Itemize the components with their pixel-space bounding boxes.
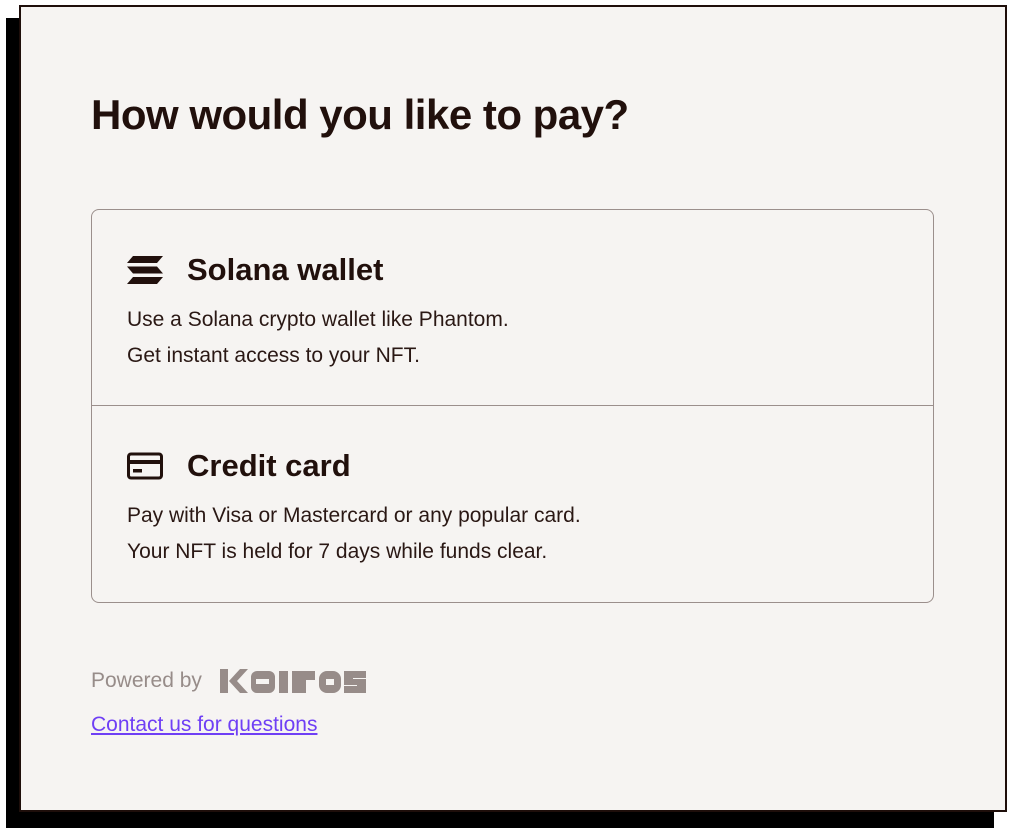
- kairos-logo: [219, 667, 366, 695]
- option-header: Credit card: [127, 448, 351, 484]
- payment-options: Solana wallet Use a Solana crypto wallet…: [91, 209, 934, 603]
- option-title: Solana wallet: [187, 252, 384, 287]
- payment-panel: How would you like to pay? Solana wallet…: [19, 5, 1007, 812]
- option-title: Credit card: [187, 448, 351, 483]
- option-solana-wallet[interactable]: Solana wallet Use a Solana crypto wallet…: [92, 210, 933, 405]
- option-credit-card[interactable]: Credit card Pay with Visa or Mastercard …: [92, 405, 933, 602]
- option-description-line: Your NFT is held for 7 days while funds …: [127, 540, 548, 563]
- option-header: Solana wallet: [127, 252, 383, 288]
- option-description-line: Pay with Visa or Mastercard or any popul…: [127, 504, 581, 527]
- option-description-line: Get instant access to your NFT.: [127, 344, 420, 367]
- powered-by: Powered by: [91, 667, 366, 695]
- option-description-line: Use a Solana crypto wallet like Phantom.: [127, 308, 509, 331]
- page-title: How would you like to pay?: [91, 91, 629, 138]
- solana-icon: [127, 255, 165, 285]
- powered-by-label: Powered by: [91, 669, 202, 692]
- contact-link[interactable]: Contact us for questions: [91, 713, 317, 737]
- credit-card-icon: [127, 451, 165, 481]
